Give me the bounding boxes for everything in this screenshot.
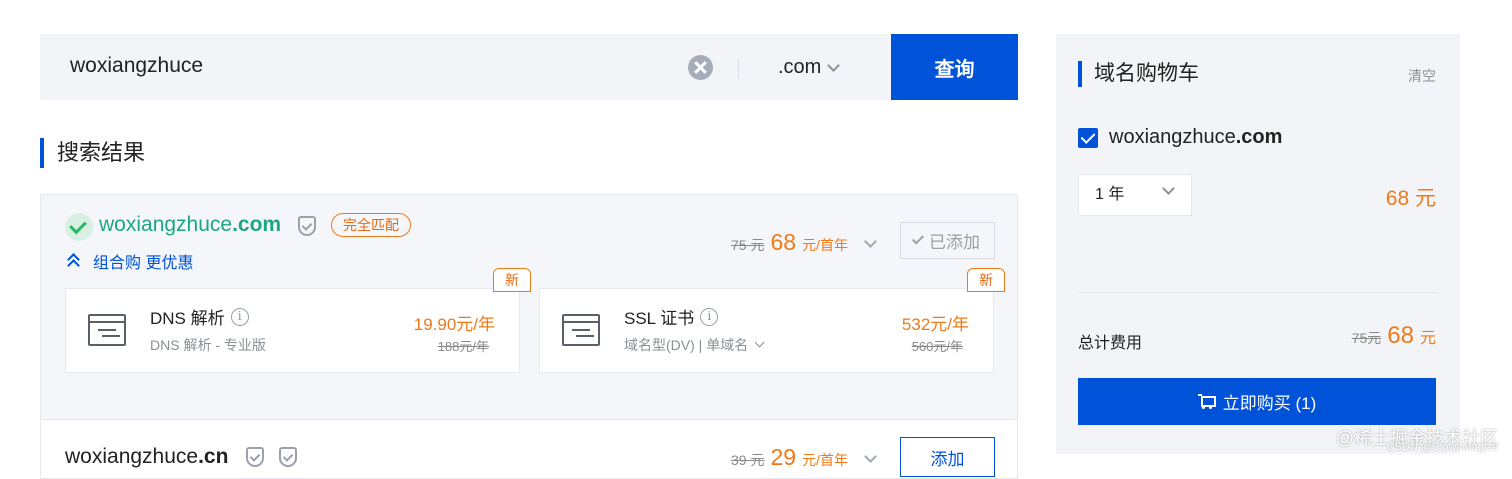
total-label: 总计费用 (1078, 335, 1143, 352)
old-price: 39 元 (731, 452, 765, 468)
chevron-down-icon (827, 58, 841, 72)
watermark-sub: CSDN @ClownMagize (1386, 441, 1498, 453)
addon-desc-label: 域名型(DV) | 单域名 (624, 337, 749, 353)
addon-name: DNS 解析 i (150, 304, 249, 329)
info-icon[interactable]: i (700, 307, 719, 326)
price-unit: 元/首年 (802, 237, 848, 253)
result-card-cn: woxiangzhuce.cn 39 元 29 元/首年 添加 (40, 419, 1018, 479)
clear-icon[interactable] (688, 55, 713, 80)
divider (738, 59, 739, 79)
result-domain: woxiangzhuce.com (99, 213, 282, 236)
result-domain: woxiangzhuce.cn (65, 445, 229, 468)
tld-value: .com (778, 56, 822, 78)
check-icon (911, 232, 925, 245)
search-input[interactable]: woxiangzhuce (70, 54, 203, 78)
chevron-down-icon[interactable] (864, 235, 877, 248)
domain-search-bar: woxiangzhuce .com 查询 (40, 34, 1018, 100)
match-badge: 完全匹配 (331, 213, 411, 237)
new-tag: 新 (493, 268, 531, 292)
shield-icon (298, 216, 316, 236)
cart-item-domain: woxiangzhuce.com (1109, 126, 1283, 148)
addon-price: 19.90元/年 (413, 315, 495, 334)
buy-now-label: 立即购买 (1) (1222, 394, 1317, 413)
add-button[interactable]: 添加 (900, 437, 995, 477)
old-price: 75 元 (731, 237, 765, 253)
price: 29 (770, 444, 797, 470)
total-unit: 元 (1419, 330, 1436, 347)
added-label: 已添加 (929, 233, 980, 252)
ssl-service-icon (562, 314, 600, 346)
addon-price: 532元/年 (901, 315, 969, 334)
addon-name-label: SSL 证书 (624, 309, 695, 328)
addon-ssl[interactable]: 新 SSL 证书 i 域名型(DV) | 单域名 532元/年 560元/年 (539, 268, 1005, 373)
addon-old-price: 560元/年 (911, 339, 963, 354)
available-check-icon (65, 213, 93, 241)
dns-service-icon (88, 314, 126, 346)
price-row: 75 元 68 元/首年 (731, 229, 877, 256)
domain-cart: 域名购物车 清空 woxiangzhuce.com 1 年 68 元 总计费用 … (1056, 34, 1460, 454)
shield-icon (246, 447, 264, 467)
tld-select[interactable]: .com (778, 56, 841, 79)
added-button[interactable]: 已添加 (900, 222, 995, 259)
info-icon[interactable]: i (230, 307, 249, 326)
divider (1078, 292, 1436, 293)
buy-now-button[interactable]: 立即购买 (1) (1078, 378, 1436, 425)
addon-name: SSL 证书 i (624, 304, 719, 329)
price-row: 39 元 29 元/首年 (731, 444, 877, 471)
year-select[interactable]: 1 年 (1078, 174, 1192, 216)
price: 68 (770, 229, 797, 255)
new-tag: 新 (967, 268, 1005, 292)
chevron-down-icon (754, 337, 765, 348)
price-unit: 元/首年 (802, 452, 848, 468)
result-card-com: woxiangzhuce.com 完全匹配 组合购 更优惠 75 元 68 元/… (40, 194, 1018, 420)
lock-icon (279, 447, 297, 467)
chevron-down-icon (1162, 182, 1175, 195)
addon-name-label: DNS 解析 (150, 309, 225, 328)
double-chevron-up-icon (67, 253, 81, 272)
addon-desc-select[interactable]: 域名型(DV) | 单域名 (624, 335, 765, 355)
total-old-price: 75元 (1351, 330, 1382, 346)
combo-label: 组合购 更优惠 (93, 255, 194, 272)
addon-desc-label: DNS 解析 - 专业版 (150, 337, 266, 353)
cart-icon (1197, 394, 1216, 409)
addon-desc: DNS 解析 - 专业版 (150, 335, 266, 355)
total-new-price: 68 (1387, 322, 1414, 349)
cart-item-checkbox[interactable] (1078, 128, 1098, 148)
section-title: 搜索结果 (40, 138, 145, 168)
year-value: 1 年 (1095, 186, 1125, 203)
query-button[interactable]: 查询 (891, 34, 1018, 100)
addon-dns[interactable]: 新 DNS 解析 i DNS 解析 - 专业版 19.90元/年 188元/年 (65, 268, 531, 373)
combo-link[interactable]: 组合购 更优惠 (67, 249, 193, 273)
clear-cart-link[interactable]: 清空 (1408, 66, 1436, 86)
cart-item-price: 68 元 (1385, 187, 1436, 210)
addon-old-price: 188元/年 (437, 339, 489, 354)
cart-title: 域名购物车 (1078, 61, 1199, 87)
total-price: 75元 68 元 (1352, 322, 1436, 350)
